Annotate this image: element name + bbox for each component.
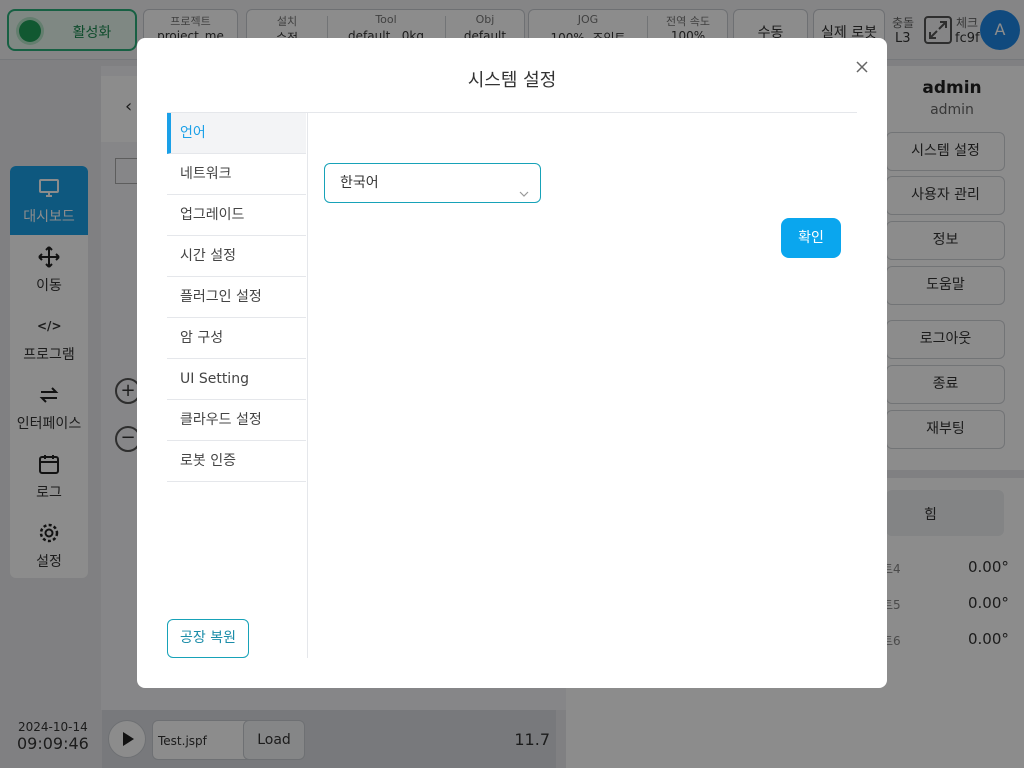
language-value: 한국어 bbox=[340, 175, 379, 191]
factory-reset-button[interactable]: 공장 복원 bbox=[167, 619, 249, 658]
language-select[interactable]: 한국어 bbox=[324, 163, 541, 203]
menu-item-plugin[interactable]: 플러그인 설정 bbox=[167, 277, 306, 318]
menu-item-ui-setting[interactable]: UI Setting bbox=[167, 359, 306, 400]
menu-item-network[interactable]: 네트워크 bbox=[167, 154, 306, 195]
confirm-button[interactable]: 확인 bbox=[781, 218, 841, 258]
menu-item-time[interactable]: 시간 설정 bbox=[167, 236, 306, 277]
close-icon[interactable] bbox=[853, 58, 871, 76]
menu-item-robot-auth[interactable]: 로봇 인증 bbox=[167, 441, 306, 482]
chevron-down-icon bbox=[518, 177, 530, 197]
system-settings-dialog: 시스템 설정 언어 네트워크 업그레이드 시간 설정 플러그인 설정 암 구성 … bbox=[137, 38, 887, 688]
menu-item-cloud[interactable]: 클라우드 설정 bbox=[167, 400, 306, 441]
menu-item-language[interactable]: 언어 bbox=[167, 113, 306, 154]
menu-item-upgrade[interactable]: 업그레이드 bbox=[167, 195, 306, 236]
settings-menu: 언어 네트워크 업그레이드 시간 설정 플러그인 설정 암 구성 UI Sett… bbox=[167, 113, 308, 658]
menu-item-arm[interactable]: 암 구성 bbox=[167, 318, 306, 359]
dialog-title: 시스템 설정 bbox=[467, 70, 557, 91]
